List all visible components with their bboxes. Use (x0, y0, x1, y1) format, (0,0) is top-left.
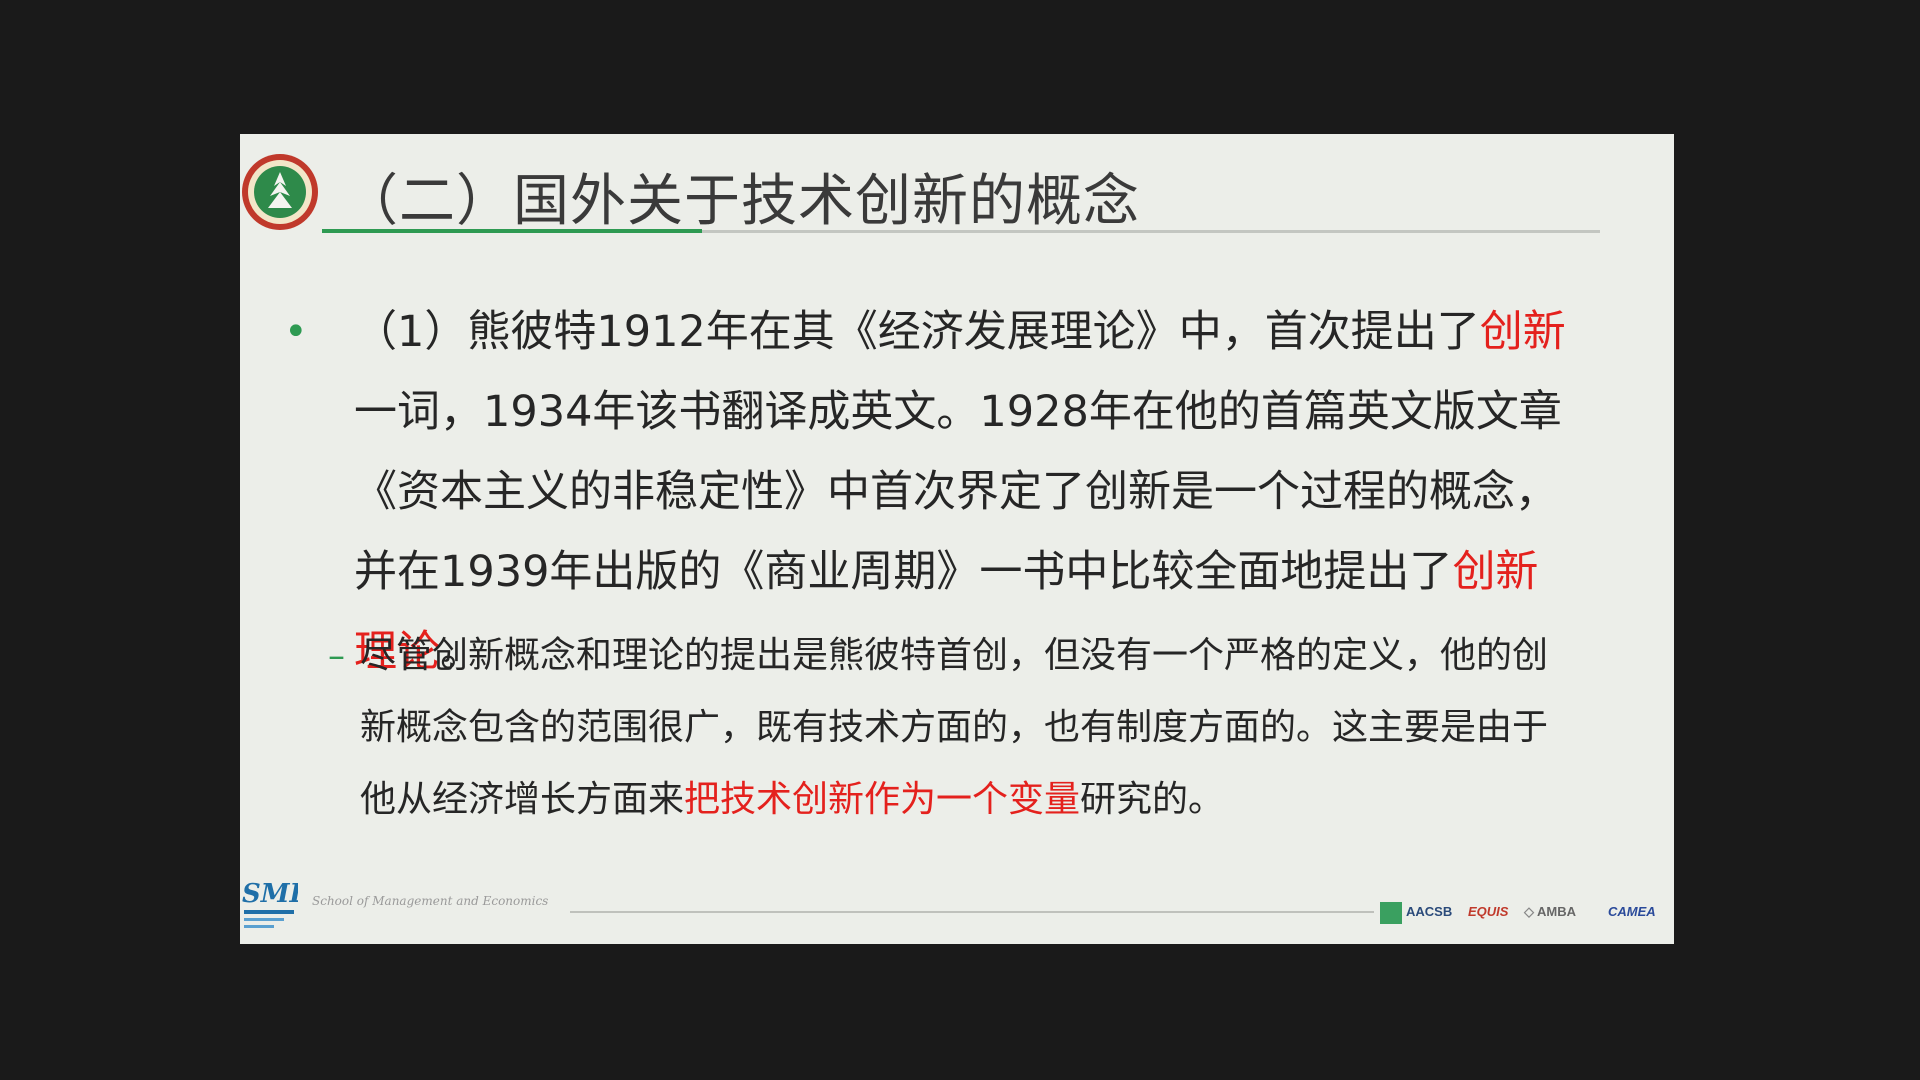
sme-logo-text: SME (242, 879, 298, 909)
equis-badge: EQUIS (1468, 904, 1509, 919)
highlight-variable: 把技术创新作为一个变量 (684, 779, 1081, 820)
school-name: School of Management and Economics (312, 894, 549, 908)
bullet-text-part-1: （1）熊彼特1912年在其《经济发展理论》中，首次提出了 (354, 307, 1480, 357)
sme-logo-icon: SME (242, 879, 298, 928)
amba-badge: ◇ AMBA (1524, 898, 1576, 926)
sub-bullet-item: – 尽管创新概念和理论的提出是熊彼特首创，但没有一个严格的定义，他的创新概念包含… (328, 620, 1578, 836)
footer-divider (570, 911, 1374, 913)
slide-title: （二）国外关于技术创新的概念 (342, 169, 1140, 234)
amba-diamond-icon: ◇ (1524, 904, 1534, 919)
bullet-marker: • (284, 309, 308, 355)
aacsb-label: AACSB (1406, 904, 1453, 919)
camea-badge: CAMEA (1608, 904, 1656, 919)
aacsb-badge: AACSB (1380, 898, 1452, 926)
university-emblem-icon (242, 154, 318, 230)
bullet-text-part-2: 一词，1934年该书翻译成英文。1928年在他的首篇英文版文章《资本主义的非稳定… (354, 387, 1562, 597)
sub-text-part-2: 研究的。 (1080, 779, 1225, 820)
aacsb-icon (1380, 901, 1402, 924)
slide: （二）国外关于技术创新的概念 • （1）熊彼特1912年在其《经济发展理论》中，… (240, 134, 1674, 944)
highlight-innovation: 创新 (1479, 307, 1566, 357)
title-divider-accent (322, 229, 702, 233)
sub-bullet-marker: – (328, 636, 345, 676)
sub-bullet-text: 尽管创新概念和理论的提出是熊彼特首创，但没有一个严格的定义，他的创新概念包含的范… (360, 620, 1578, 836)
amba-label: AMBA (1537, 904, 1576, 919)
